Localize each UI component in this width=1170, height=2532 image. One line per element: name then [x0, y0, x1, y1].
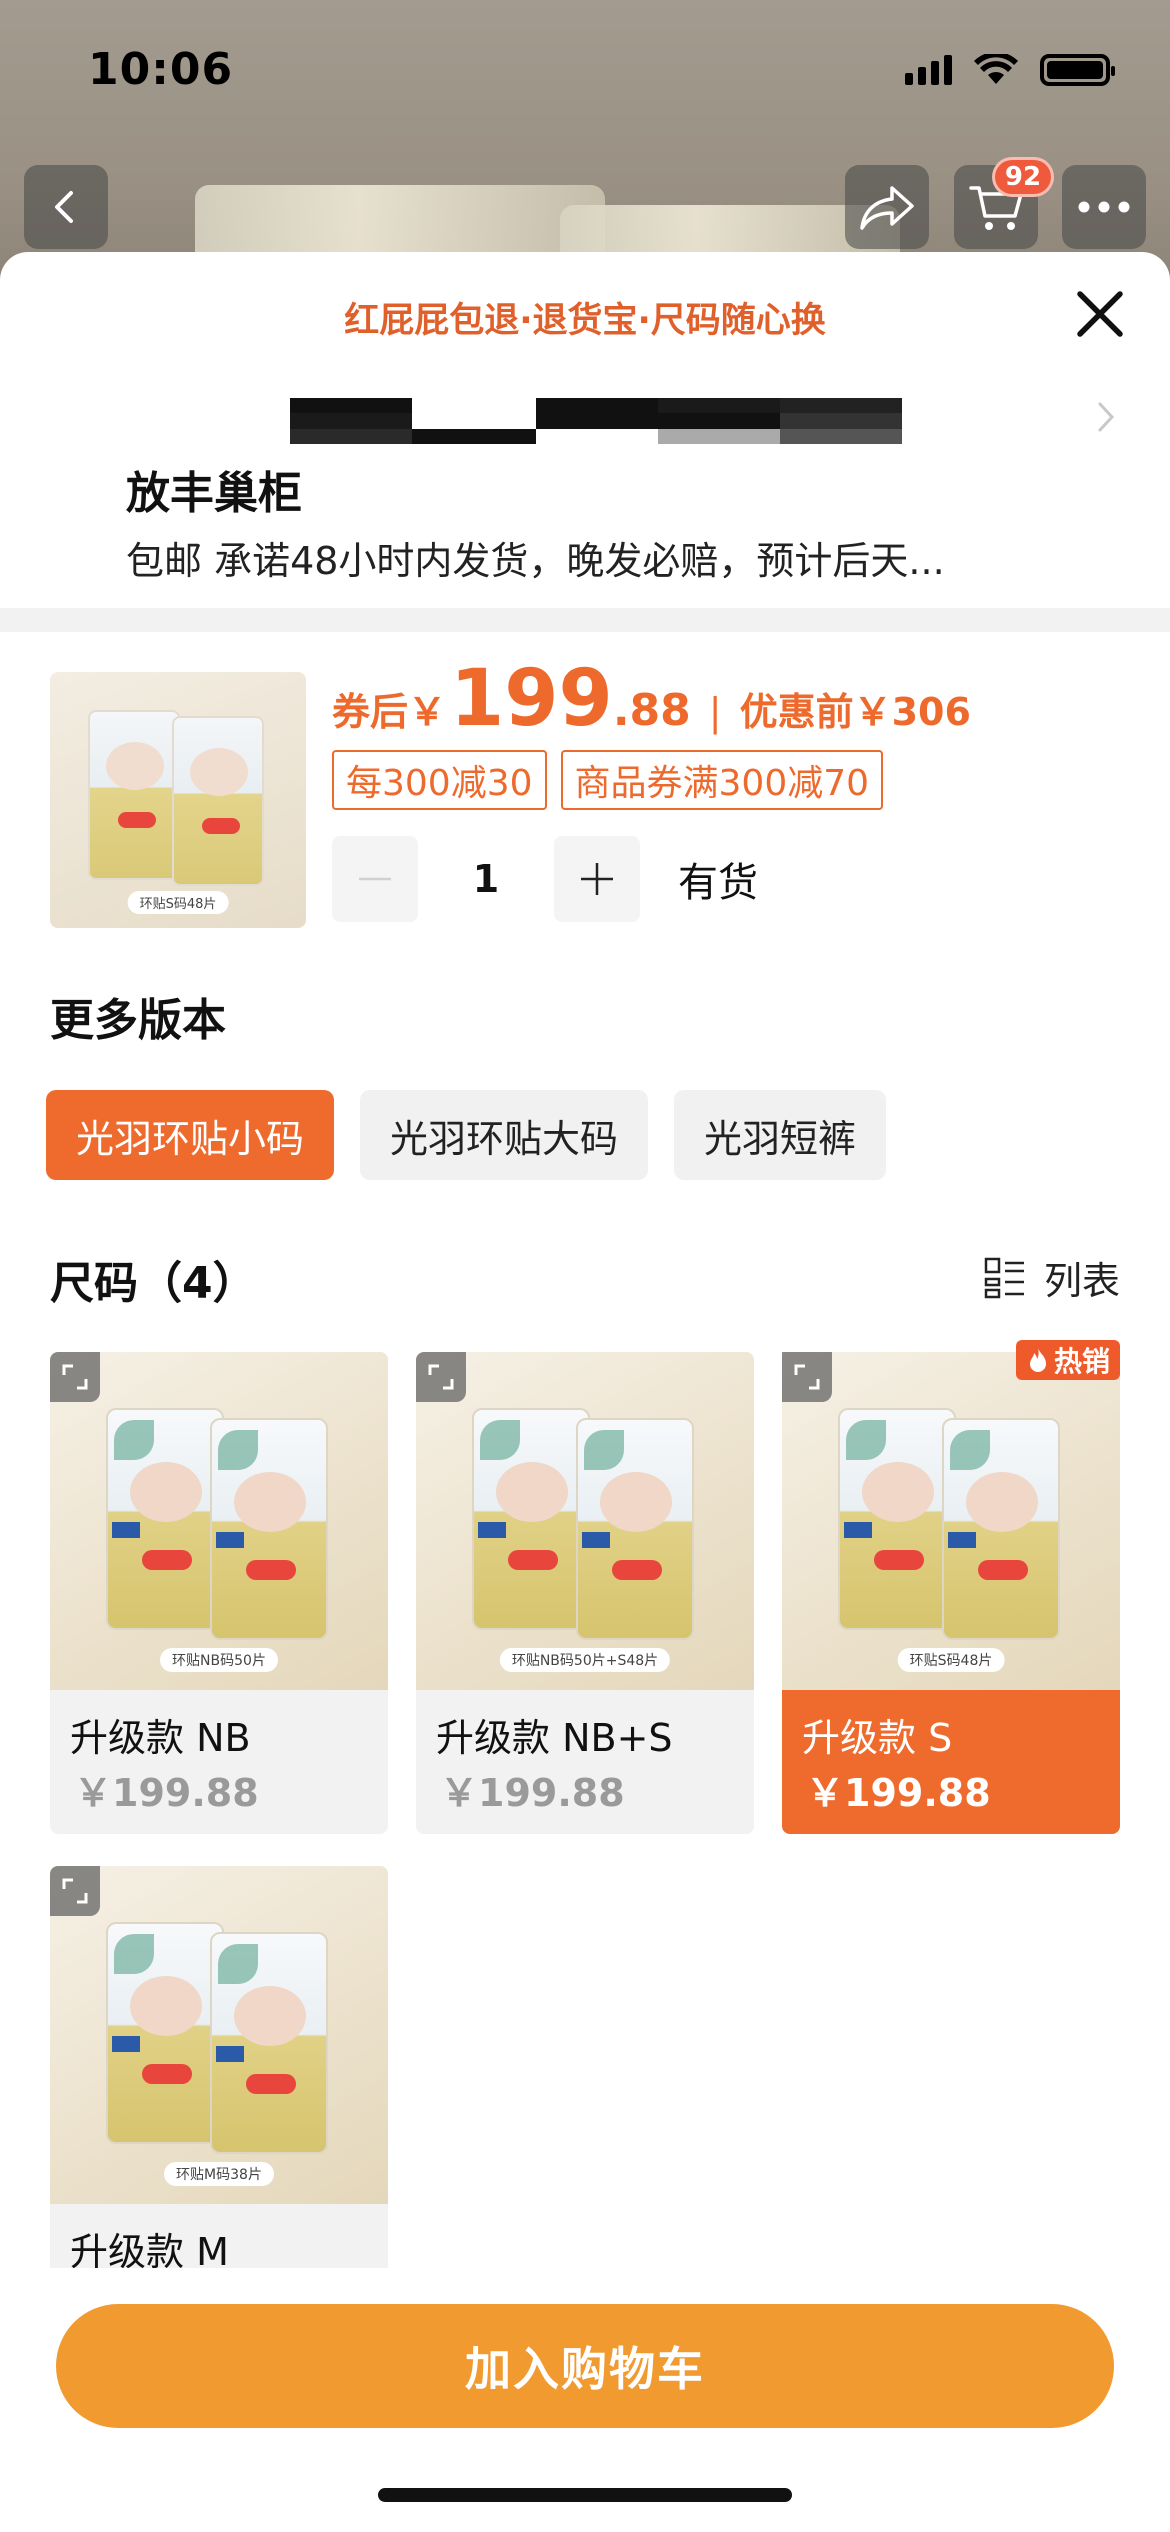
stock-status: 有货 — [678, 860, 758, 906]
cart-button[interactable]: 92 — [954, 157, 1054, 249]
battery-icon — [1040, 54, 1115, 86]
size-option-card[interactable]: 环贴NB码50片 升级款 NB ￥199.88 — [50, 1352, 388, 1834]
expand-image-button[interactable] — [50, 1866, 100, 1916]
cellular-signal-icon — [905, 55, 952, 85]
back-button[interactable] — [24, 165, 108, 249]
delivery-info: 包邮 承诺48小时内发货，晚发必赔，预计后天... — [126, 539, 945, 583]
coupon-tag[interactable]: 商品券满300减70 — [560, 750, 884, 810]
guarantee-banner: 红屁屁包退·退货宝·尺码随心换 — [344, 301, 826, 341]
expand-icon — [62, 1878, 88, 1904]
size-option-caption: 环贴NB码50片+S48片 — [499, 1648, 671, 1672]
coupon-tag[interactable]: 每300减30 — [332, 750, 547, 810]
coupon-list: 每300减30 商品券满300减70 — [332, 750, 884, 810]
product-thumbnail[interactable]: 环贴S码48片 — [50, 672, 306, 928]
close-icon — [1077, 291, 1123, 337]
status-bar: 10:06 — [0, 0, 1170, 140]
size-option-caption: 环贴NB码50片 — [160, 1648, 278, 1672]
increase-button[interactable] — [554, 836, 640, 922]
more-button[interactable] — [1062, 165, 1146, 249]
hot-sale-label: 热销 — [1053, 1345, 1110, 1378]
price-integer: 199 — [450, 654, 613, 744]
sku-selector-sheet: 红屁屁包退·退货宝·尺码随心换 放丰巢柜 包邮 承诺48小时内发货，晚发必赔，预… — [0, 252, 1170, 2532]
close-button[interactable] — [1072, 286, 1128, 342]
version-option[interactable]: 光羽环贴小码 — [46, 1090, 335, 1180]
quantity-value[interactable]: 1 — [418, 857, 554, 901]
size-option-name: 升级款 NB — [70, 1716, 251, 1760]
expand-image-button[interactable] — [782, 1352, 832, 1402]
size-option-image: 环贴NB码50片 — [50, 1352, 388, 1690]
expand-image-button[interactable] — [416, 1352, 466, 1402]
size-option-image: 环贴S码48片 — [782, 1352, 1120, 1690]
share-button[interactable] — [845, 165, 929, 249]
size-option-name: 升级款 S — [802, 1716, 953, 1760]
size-option-card[interactable]: 环贴NB码50片+S48片 升级款 NB+S ￥199.88 — [416, 1352, 754, 1834]
minus-icon — [359, 877, 391, 881]
chevron-left-icon — [55, 191, 73, 223]
section-divider — [0, 608, 1170, 632]
version-option[interactable]: 光羽短裤 — [674, 1090, 887, 1180]
version-option[interactable]: 光羽环贴大码 — [360, 1090, 649, 1180]
version-options: 光羽环贴小码 光羽环贴大码 光羽短裤 — [46, 1090, 887, 1180]
status-icons — [905, 54, 1115, 86]
size-option-caption: 环贴S码48片 — [897, 1648, 1005, 1672]
wifi-icon — [974, 54, 1018, 84]
list-view-icon — [984, 1257, 1024, 1298]
expand-icon — [428, 1364, 454, 1390]
versions-title: 更多版本 — [50, 995, 226, 1046]
size-option-price: ￥199.88 — [806, 1771, 991, 1815]
expand-icon — [794, 1364, 820, 1390]
sizes-title: 尺码（4） — [50, 1258, 257, 1309]
size-option-image: 环贴NB码50片+S48片 — [416, 1352, 754, 1690]
home-indicator — [378, 2488, 792, 2502]
more-dots-icon — [1078, 201, 1130, 213]
status-time: 10:06 — [88, 44, 234, 95]
price-decimal: .88 — [612, 685, 691, 736]
size-option-price: ￥199.88 — [74, 1771, 259, 1815]
size-option-price: ￥199.88 — [440, 1771, 625, 1815]
decrease-button[interactable] — [332, 836, 418, 922]
expand-image-button[interactable] — [50, 1352, 100, 1402]
add-to-cart-button[interactable]: 加入购物车 — [56, 2304, 1114, 2428]
expand-icon — [62, 1364, 88, 1390]
size-option-card-selected[interactable]: 环贴S码48片 热销 升级款 S ￥199.88 — [782, 1340, 1120, 1834]
price-before-discount: 优惠前￥306 — [739, 690, 971, 734]
thumbnail-caption: 环贴S码48片 — [127, 891, 229, 914]
list-view-label: 列表 — [1043, 1259, 1120, 1303]
size-option-name: 升级款 NB+S — [436, 1716, 673, 1760]
delivery-address-title[interactable]: 放丰巢柜 — [126, 457, 302, 521]
list-view-toggle[interactable]: 列表 — [984, 1250, 1120, 1305]
size-option-image: 环贴M码38片 — [50, 1866, 388, 2204]
cart-count-badge: 92 — [992, 157, 1054, 197]
redacted-address — [290, 398, 902, 444]
price-line: 券后￥ 199 .88 | 优惠前￥306 — [332, 654, 971, 744]
address-chevron-right-icon[interactable] — [1092, 392, 1122, 442]
flame-icon — [1029, 1348, 1046, 1372]
quantity-stepper: 1 有货 — [332, 836, 758, 922]
plus-icon — [581, 863, 613, 895]
hot-sale-badge: 热销 — [1015, 1340, 1120, 1380]
share-icon — [860, 186, 914, 230]
price-label: 券后￥ — [332, 690, 447, 734]
price-separator: | — [708, 690, 722, 734]
size-option-caption: 环贴M码38片 — [164, 2162, 274, 2186]
